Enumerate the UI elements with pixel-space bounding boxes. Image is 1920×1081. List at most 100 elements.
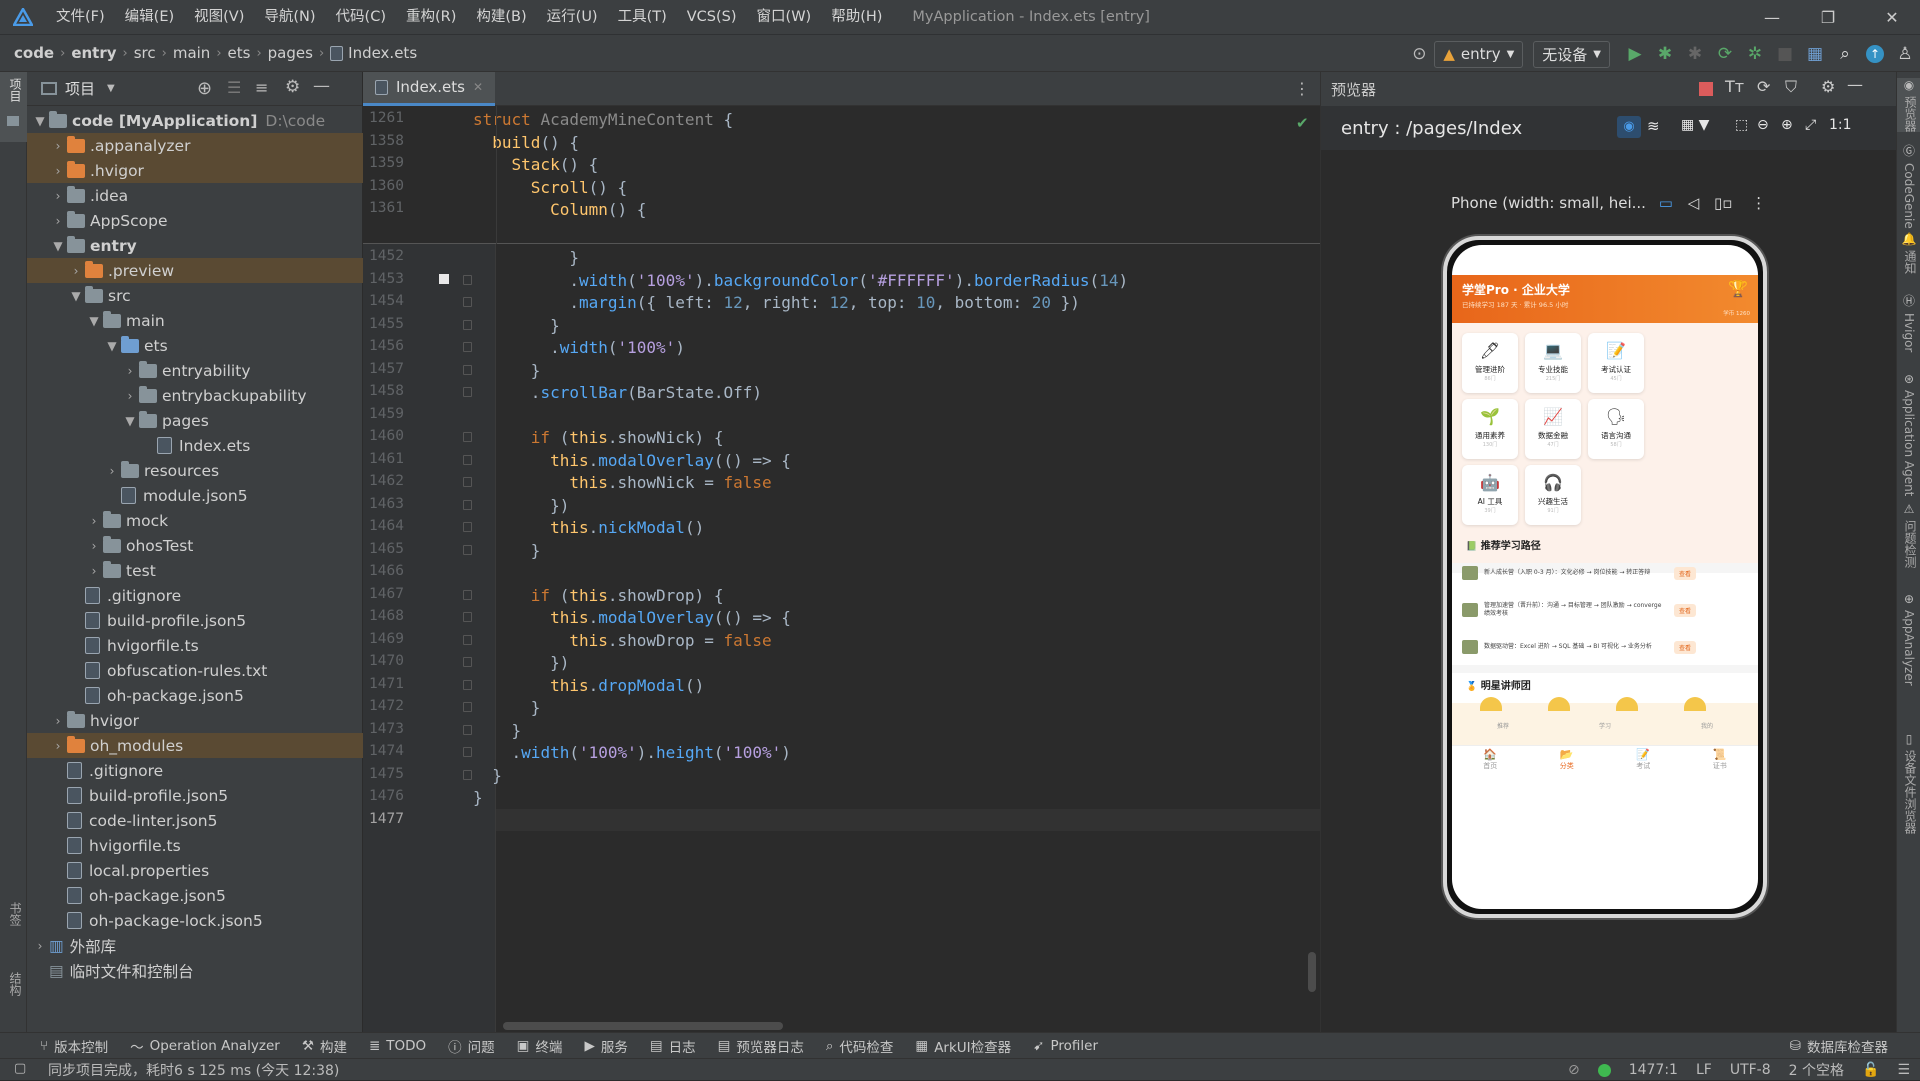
category-card[interactable]: 🖊 管理进阶 86门 xyxy=(1462,333,1518,393)
fold-marker-icon[interactable] xyxy=(463,522,472,532)
tab-index-ets[interactable]: Index.ets ✕ xyxy=(363,71,496,106)
chevron-down-icon[interactable]: ▼ xyxy=(85,314,103,328)
chevron-right-icon[interactable]: › xyxy=(67,264,85,278)
code-line[interactable]: if (this.showDrop) { xyxy=(473,586,724,605)
learning-path-item[interactable]: 新人成长营（入职 0-3 月）：文化必修 → 岗位技能 → 转正答辩 查看 xyxy=(1462,553,1696,593)
menu-item[interactable]: 文件(F) xyxy=(46,0,115,34)
right-tool-button[interactable]: ◉ 预览器 xyxy=(1897,78,1920,132)
refresh-icon[interactable]: ⟳ xyxy=(1757,77,1770,96)
chevron-right-icon[interactable]: › xyxy=(85,514,103,528)
tree-item[interactable]: › .preview xyxy=(27,258,363,283)
maximize-icon[interactable]: ❐ xyxy=(1800,0,1856,34)
foldable-icon[interactable]: ▯▫ xyxy=(1714,194,1732,212)
chevron-right-icon[interactable]: › xyxy=(49,214,67,228)
menu-item[interactable]: 代码(C) xyxy=(326,0,396,34)
no-entry-icon[interactable]: ⊘ xyxy=(1568,1062,1580,1078)
tree-item[interactable]: module.json5 xyxy=(27,483,363,508)
bottom-tab-item[interactable]: 📂 分类 xyxy=(1560,748,1574,771)
menu-item[interactable]: 重构(R) xyxy=(396,0,466,34)
code-line[interactable]: } xyxy=(473,721,522,740)
layout-toggle-icon[interactable]: ▢ xyxy=(14,1061,26,1076)
menu-item[interactable]: 帮助(H) xyxy=(821,0,892,34)
collapse-all-icon[interactable]: ≡ xyxy=(255,78,268,97)
breadcrumb-item[interactable]: src xyxy=(134,44,156,62)
right-tool-button[interactable]: Ⓖ CodeGenie xyxy=(1897,142,1920,229)
bottom-tool-button[interactable]: ➹ Profiler xyxy=(1033,1038,1098,1054)
full-screen-icon[interactable]: ⤢ xyxy=(1805,117,1816,133)
bottom-tool-button[interactable]: ⚒ 构建 xyxy=(302,1036,347,1056)
menu-item[interactable]: 编辑(E) xyxy=(115,0,184,34)
fold-marker-icon[interactable] xyxy=(463,702,472,712)
code-line[interactable]: } xyxy=(473,766,502,785)
chevron-down-icon[interactable]: ▼ xyxy=(67,289,85,303)
line-separator[interactable]: LF xyxy=(1696,1062,1712,1078)
bottom-tool-button[interactable]: ≣ TODO xyxy=(369,1038,426,1054)
lock-icon[interactable]: 🔓 xyxy=(1862,1062,1879,1078)
one-to-one-icon[interactable]: 1:1 xyxy=(1829,117,1852,133)
tree-item[interactable]: hvigorfile.ts xyxy=(27,633,363,658)
teacher-avatar[interactable] xyxy=(1548,697,1570,711)
bottom-tool-button[interactable]: 〜 Operation Analyzer xyxy=(130,1036,280,1056)
fold-marker-icon[interactable] xyxy=(463,432,472,442)
tree-item[interactable]: › .hvigor xyxy=(27,158,363,183)
fold-marker-icon[interactable] xyxy=(463,499,472,510)
more-options-icon[interactable]: ⋮ xyxy=(1751,194,1766,212)
fold-marker-icon[interactable] xyxy=(463,747,472,757)
code-line[interactable]: }) xyxy=(473,653,569,672)
code-line[interactable]: } xyxy=(473,541,541,560)
chevron-right-icon[interactable]: › xyxy=(49,714,67,728)
right-tool-button[interactable]: ⚠ 问题检测 xyxy=(1897,502,1920,568)
tree-item[interactable]: › ohosTest xyxy=(27,533,363,558)
tree-item[interactable]: › entrybackupability xyxy=(27,383,363,408)
menu-item[interactable]: 构建(B) xyxy=(466,0,536,34)
tree-item[interactable]: › hvigor xyxy=(27,708,363,733)
tree-item[interactable]: oh-package.json5 xyxy=(27,883,363,908)
close-tab-icon[interactable]: ✕ xyxy=(473,80,483,94)
tree-item[interactable]: ▼ ets xyxy=(27,333,363,358)
apply-changes-icon[interactable]: ⟳ xyxy=(1710,39,1740,69)
stop-preview-icon[interactable] xyxy=(1699,82,1713,96)
teacher-avatar[interactable] xyxy=(1684,697,1706,711)
view-path-button[interactable]: 查看 xyxy=(1673,603,1696,617)
fold-marker-icon[interactable] xyxy=(463,364,472,375)
tree-item[interactable]: › entryability xyxy=(27,358,363,383)
debug-icon[interactable]: ✱ xyxy=(1650,39,1680,69)
caret-position[interactable]: 1477:1 xyxy=(1629,1062,1678,1078)
horizontal-scrollbar[interactable] xyxy=(363,1022,1320,1032)
update-icon[interactable]: ↑ xyxy=(1860,39,1890,69)
bottom-tool-button[interactable]: ▤ 预览器日志 xyxy=(718,1036,804,1056)
fold-marker-icon[interactable] xyxy=(463,544,472,555)
tree-item[interactable]: ▼ entry xyxy=(27,233,363,258)
code-line[interactable]: .width('100%').backgroundColor('#FFFFFF'… xyxy=(473,271,1128,290)
layers-icon[interactable]: ≋ xyxy=(1647,117,1660,135)
category-card[interactable]: 🤖 AI 工具 39门 xyxy=(1462,465,1518,525)
sticky-code-line[interactable]: struct AcademyMineContent { xyxy=(473,110,733,129)
chevron-right-icon[interactable]: › xyxy=(49,739,67,753)
bottom-tool-button[interactable]: ⑂ 版本控制 xyxy=(40,1036,108,1056)
tree-item[interactable]: oh-package.json5 xyxy=(27,683,363,708)
code-line[interactable]: this.modalOverlay(() => { xyxy=(473,608,791,627)
view-path-button[interactable]: 查看 xyxy=(1673,566,1696,580)
category-card[interactable]: 🎧 兴趣生活 91门 xyxy=(1525,465,1581,525)
right-tool-button[interactable]: ⊛ Application Agent xyxy=(1897,372,1920,496)
stop-icon[interactable]: ■ xyxy=(1770,39,1800,69)
more-options-icon[interactable]: ⋮ xyxy=(1294,79,1310,98)
chevron-right-icon[interactable]: › xyxy=(85,564,103,578)
chevron-right-icon[interactable]: › xyxy=(121,389,139,403)
bottom-tool-button[interactable]: ▶ 服务 xyxy=(584,1036,627,1056)
close-icon[interactable]: ✕ xyxy=(1864,0,1920,34)
code-line[interactable]: .scrollBar(BarState.Off) xyxy=(473,383,762,402)
tree-item[interactable]: ▤ 临时文件和控制台 xyxy=(27,958,363,983)
device-manager-icon[interactable]: ▦ xyxy=(1800,39,1830,69)
device-type-icon[interactable]: ▭ xyxy=(1659,194,1673,212)
fold-marker-icon[interactable] xyxy=(463,387,472,397)
right-tool-button[interactable]: ⊕ AppAnalyzer xyxy=(1897,592,1920,686)
fold-marker-icon[interactable] xyxy=(463,589,472,600)
target-icon[interactable]: ⊙ xyxy=(1404,39,1434,69)
tree-item[interactable]: ▼ code [MyApplication] D:\code xyxy=(27,108,363,133)
code-line[interactable]: this.showDrop = false xyxy=(473,631,771,650)
sticky-code-line[interactable]: Column() { xyxy=(473,200,646,219)
sticky-code-line[interactable]: build() { xyxy=(473,133,579,152)
tool-database-inspector[interactable]: ⛁ 数据库检查器 xyxy=(1790,1036,1888,1056)
category-card[interactable]: 🌱 通用素养 130门 xyxy=(1462,399,1518,459)
